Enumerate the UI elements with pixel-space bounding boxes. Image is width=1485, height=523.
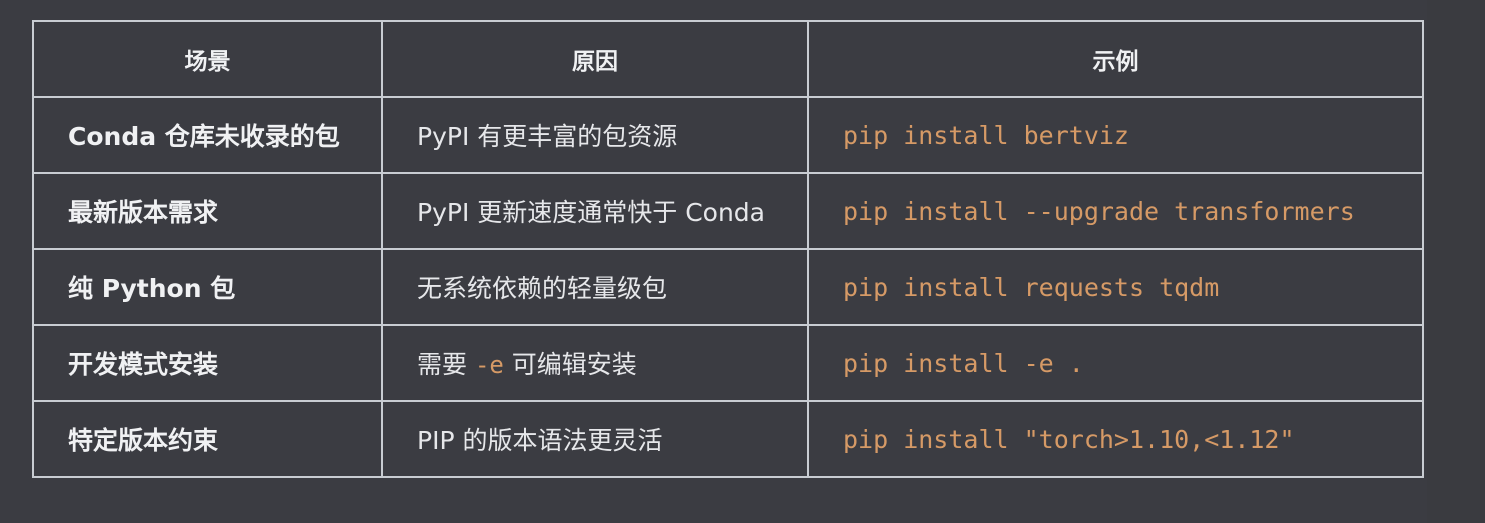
scene-cell: 特定版本约束 (32, 400, 383, 478)
reason-text: 无系统依赖的轻量级包 (417, 274, 668, 303)
table-row: 纯 Python 包 无系统依赖的轻量级包 pip install reques… (32, 248, 1424, 326)
reason-cell: 需要 -e 可编辑安装 (381, 324, 809, 402)
scene-cell: Conda 仓库未收录的包 (32, 96, 383, 174)
table-row: 特定版本约束 PIP 的版本语法更灵活 pip install "torch>1… (32, 400, 1424, 478)
example-cell: pip install bertviz (807, 96, 1424, 174)
pip-usage-table: 场景 原因 示例 Conda 仓库未收录的包 PyPI 有更丰富的包资源 pip… (32, 20, 1424, 478)
example-code: pip install "torch>1.10,<1.12" (843, 424, 1295, 454)
reason-text: PIP 的版本语法更灵活 (417, 426, 663, 455)
scene-cell: 纯 Python 包 (32, 248, 383, 326)
header-row: 场景 原因 示例 (32, 20, 1424, 98)
table-row: 开发模式安装 需要 -e 可编辑安装 pip install -e . (32, 324, 1424, 402)
table-body: Conda 仓库未收录的包 PyPI 有更丰富的包资源 pip install … (32, 96, 1424, 478)
example-code: pip install bertviz (843, 120, 1129, 150)
header-scene: 场景 (32, 20, 383, 98)
table-header: 场景 原因 示例 (32, 20, 1424, 98)
header-reason: 原因 (381, 20, 809, 98)
example-cell: pip install -e . (807, 324, 1424, 402)
scene-cell: 最新版本需求 (32, 172, 383, 250)
reason-text: PyPI 有更丰富的包资源 (417, 122, 678, 151)
table-container: 场景 原因 示例 Conda 仓库未收录的包 PyPI 有更丰富的包资源 pip… (32, 20, 1424, 478)
example-cell: pip install requests tqdm (807, 248, 1424, 326)
reason-cell: 无系统依赖的轻量级包 (381, 248, 809, 326)
example-code: pip install -e . (843, 348, 1084, 378)
scene-cell: 开发模式安装 (32, 324, 383, 402)
reason-inline-code: -e (474, 351, 504, 379)
reason-text: 需要 (417, 350, 475, 379)
table-row: Conda 仓库未收录的包 PyPI 有更丰富的包资源 pip install … (32, 96, 1424, 174)
example-cell: pip install --upgrade transformers (807, 172, 1424, 250)
right-margin-strip (1427, 0, 1485, 523)
header-example: 示例 (807, 20, 1424, 98)
page: { "table": { "headers": ["场景", "原因", "示例… (0, 0, 1485, 523)
example-cell: pip install "torch>1.10,<1.12" (807, 400, 1424, 478)
reason-cell: PyPI 有更丰富的包资源 (381, 96, 809, 174)
table-row: 最新版本需求 PyPI 更新速度通常快于 Conda pip install -… (32, 172, 1424, 250)
reason-cell: PyPI 更新速度通常快于 Conda (381, 172, 809, 250)
reason-text-after: 可编辑安装 (503, 350, 637, 379)
reason-cell: PIP 的版本语法更灵活 (381, 400, 809, 478)
reason-text: PyPI 更新速度通常快于 Conda (417, 198, 765, 227)
example-code: pip install requests tqdm (843, 272, 1220, 302)
example-code: pip install --upgrade transformers (843, 196, 1355, 226)
